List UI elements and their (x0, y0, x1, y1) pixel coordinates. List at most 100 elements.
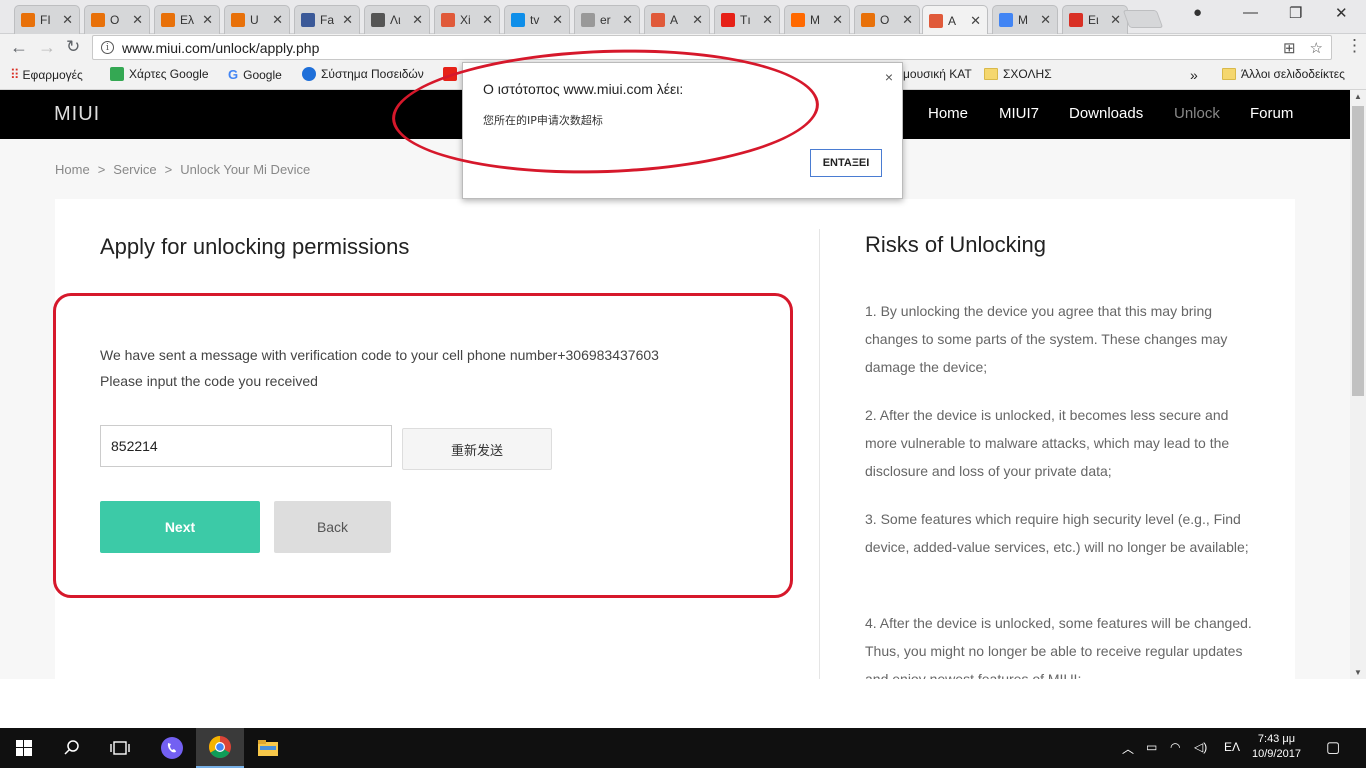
google-icon: G (228, 67, 239, 82)
bookmark-star-icon[interactable]: ☆ (1310, 39, 1323, 57)
resend-code-button[interactable]: 重新发送 (402, 428, 552, 470)
chrome-menu-icon[interactable]: ⋮ (1346, 36, 1363, 56)
page-scrollbar[interactable]: ▲ ▼ (1350, 90, 1366, 679)
viber-taskbar-button[interactable] (148, 728, 196, 768)
miui-logo[interactable]: MIUI (54, 103, 100, 126)
breadcrumb-service[interactable]: Service (113, 162, 156, 177)
close-tab-icon[interactable]: ✕ (272, 12, 283, 28)
scroll-down-icon[interactable]: ▼ (1354, 668, 1362, 677)
info-icon[interactable]: i (101, 41, 114, 54)
close-tab-icon[interactable]: ✕ (622, 12, 633, 28)
scroll-thumb[interactable] (1352, 106, 1364, 396)
close-tab-icon[interactable]: ✕ (1110, 12, 1121, 28)
bookmark-poseidon[interactable]: Σύστημα Ποσειδών (302, 67, 424, 81)
bookmark-music[interactable]: μουσική ΚΑΤ (903, 67, 972, 81)
start-button[interactable] (0, 728, 48, 768)
youtube-icon (443, 67, 457, 81)
system-clock[interactable]: 7:43 μμ 10/9/2017 (1252, 732, 1301, 762)
tab-title: Tı (740, 13, 751, 27)
new-tab-button[interactable] (1122, 10, 1164, 28)
close-tab-icon[interactable]: ✕ (970, 13, 981, 29)
browser-tab[interactable]: A ✕ (644, 5, 710, 34)
nav-home[interactable]: Home (928, 105, 968, 122)
back-arrow-icon[interactable]: ← (10, 37, 28, 58)
bookmark-apps[interactable]: ⠿ Εφαρμογές (10, 67, 83, 83)
nav-forum[interactable]: Forum (1250, 105, 1293, 122)
tab-title: Ει (1088, 13, 1099, 27)
browser-tab[interactable]: Λι ✕ (364, 5, 430, 34)
reload-icon[interactable]: ↻ (66, 37, 80, 57)
verification-code-input[interactable] (100, 425, 392, 467)
wifi-icon[interactable]: ◠ (1170, 740, 1180, 754)
address-bar[interactable]: i www.miui.com/unlock/apply.php ⊞ ☆ (92, 35, 1332, 60)
volume-icon[interactable]: ◁) (1194, 740, 1207, 754)
nav-downloads[interactable]: Downloads (1069, 105, 1143, 122)
browser-tab[interactable]: tv ✕ (504, 5, 570, 34)
browser-tab[interactable]: er ✕ (574, 5, 640, 34)
close-tab-icon[interactable]: ✕ (692, 12, 703, 28)
browser-tab[interactable]: M ✕ (992, 5, 1058, 34)
browser-tab[interactable]: Fa ✕ (294, 5, 360, 34)
translate-icon[interactable]: ⊞ (1283, 39, 1296, 57)
nav-miui7[interactable]: MIUI7 (999, 105, 1039, 122)
browser-tab[interactable]: Tı ✕ (714, 5, 780, 34)
battery-icon[interactable]: ▭ (1146, 740, 1157, 754)
risk-item: 2. After the device is unlocked, it beco… (865, 407, 1230, 479)
restore-button[interactable]: ❐ (1289, 4, 1302, 22)
browser-tab[interactable]: M ✕ (784, 5, 850, 34)
chrome-taskbar-button[interactable] (196, 728, 244, 768)
close-tab-icon[interactable]: ✕ (132, 12, 143, 28)
browser-tab[interactable]: A ✕ (922, 5, 988, 35)
bookmark-maps[interactable]: Χάρτες Google (110, 67, 209, 81)
download-icon (371, 13, 385, 27)
task-view-button[interactable] (96, 728, 144, 768)
nav-unlock[interactable]: Unlock (1174, 105, 1220, 122)
close-tab-icon[interactable]: ✕ (412, 12, 423, 28)
browser-tab[interactable]: FI ✕ (14, 5, 80, 34)
tab-title: tv (530, 13, 540, 27)
edge-icon (302, 67, 316, 81)
browser-tab[interactable]: Xi ✕ (434, 5, 500, 34)
tab-title: er (600, 13, 611, 27)
close-icon[interactable]: × (885, 69, 893, 85)
bookmark-folder-school[interactable]: ΣΧΟΛΗΣ (984, 67, 1052, 81)
browser-tab[interactable]: O ✕ (84, 5, 150, 34)
other-bookmarks[interactable]: Άλλοι σελιδοδείκτες (1222, 67, 1345, 81)
teamviewer-icon (511, 13, 525, 27)
action-center-icon[interactable]: ▢ (1326, 738, 1340, 756)
close-tab-icon[interactable]: ✕ (832, 12, 843, 28)
close-tab-icon[interactable]: ✕ (62, 12, 73, 28)
breadcrumb-home[interactable]: Home (55, 162, 90, 177)
bookmark-google[interactable]: G Google (228, 67, 282, 82)
close-tab-icon[interactable]: ✕ (1040, 12, 1051, 28)
close-tab-icon[interactable]: ✕ (902, 12, 913, 28)
scroll-up-icon[interactable]: ▲ (1354, 92, 1362, 101)
close-tab-icon[interactable]: ✕ (552, 12, 563, 28)
search-button[interactable] (48, 728, 96, 768)
browser-tab[interactable]: U ✕ (224, 5, 290, 34)
close-window-button[interactable]: ✕ (1335, 4, 1348, 22)
profile-icon[interactable]: ● (1193, 4, 1202, 21)
language-indicator[interactable]: ΕΛ (1224, 740, 1240, 754)
browser-tab[interactable]: O ✕ (854, 5, 920, 34)
url-text[interactable]: www.miui.com/unlock/apply.php (122, 40, 319, 56)
close-tab-icon[interactable]: ✕ (482, 12, 493, 28)
risks-heading: Risks of Unlocking (865, 232, 1046, 257)
forward-arrow-icon[interactable]: → (38, 37, 56, 58)
show-hidden-icons-icon[interactable]: ︿ (1122, 740, 1134, 757)
close-tab-icon[interactable]: ✕ (762, 12, 773, 28)
bookmark-youtube[interactable] (443, 67, 457, 81)
more-bookmarks-button[interactable]: » (1190, 67, 1198, 83)
maps-icon (110, 67, 124, 81)
tab-title: Xi (460, 13, 471, 27)
browser-tab[interactable]: Ελ ✕ (154, 5, 220, 34)
close-tab-icon[interactable]: ✕ (342, 12, 353, 28)
minimize-button[interactable]: — (1243, 4, 1258, 21)
verification-message: We have sent a message with verification… (100, 347, 659, 363)
close-tab-icon[interactable]: ✕ (202, 12, 213, 28)
dialog-ok-button[interactable]: ΕΝΤΑΞΕΙ (810, 149, 882, 177)
next-button[interactable]: Next (100, 501, 260, 553)
file-explorer-taskbar-button[interactable] (244, 728, 292, 768)
browser-tab[interactable]: Ει ✕ (1062, 5, 1128, 34)
back-button[interactable]: Back (274, 501, 391, 553)
